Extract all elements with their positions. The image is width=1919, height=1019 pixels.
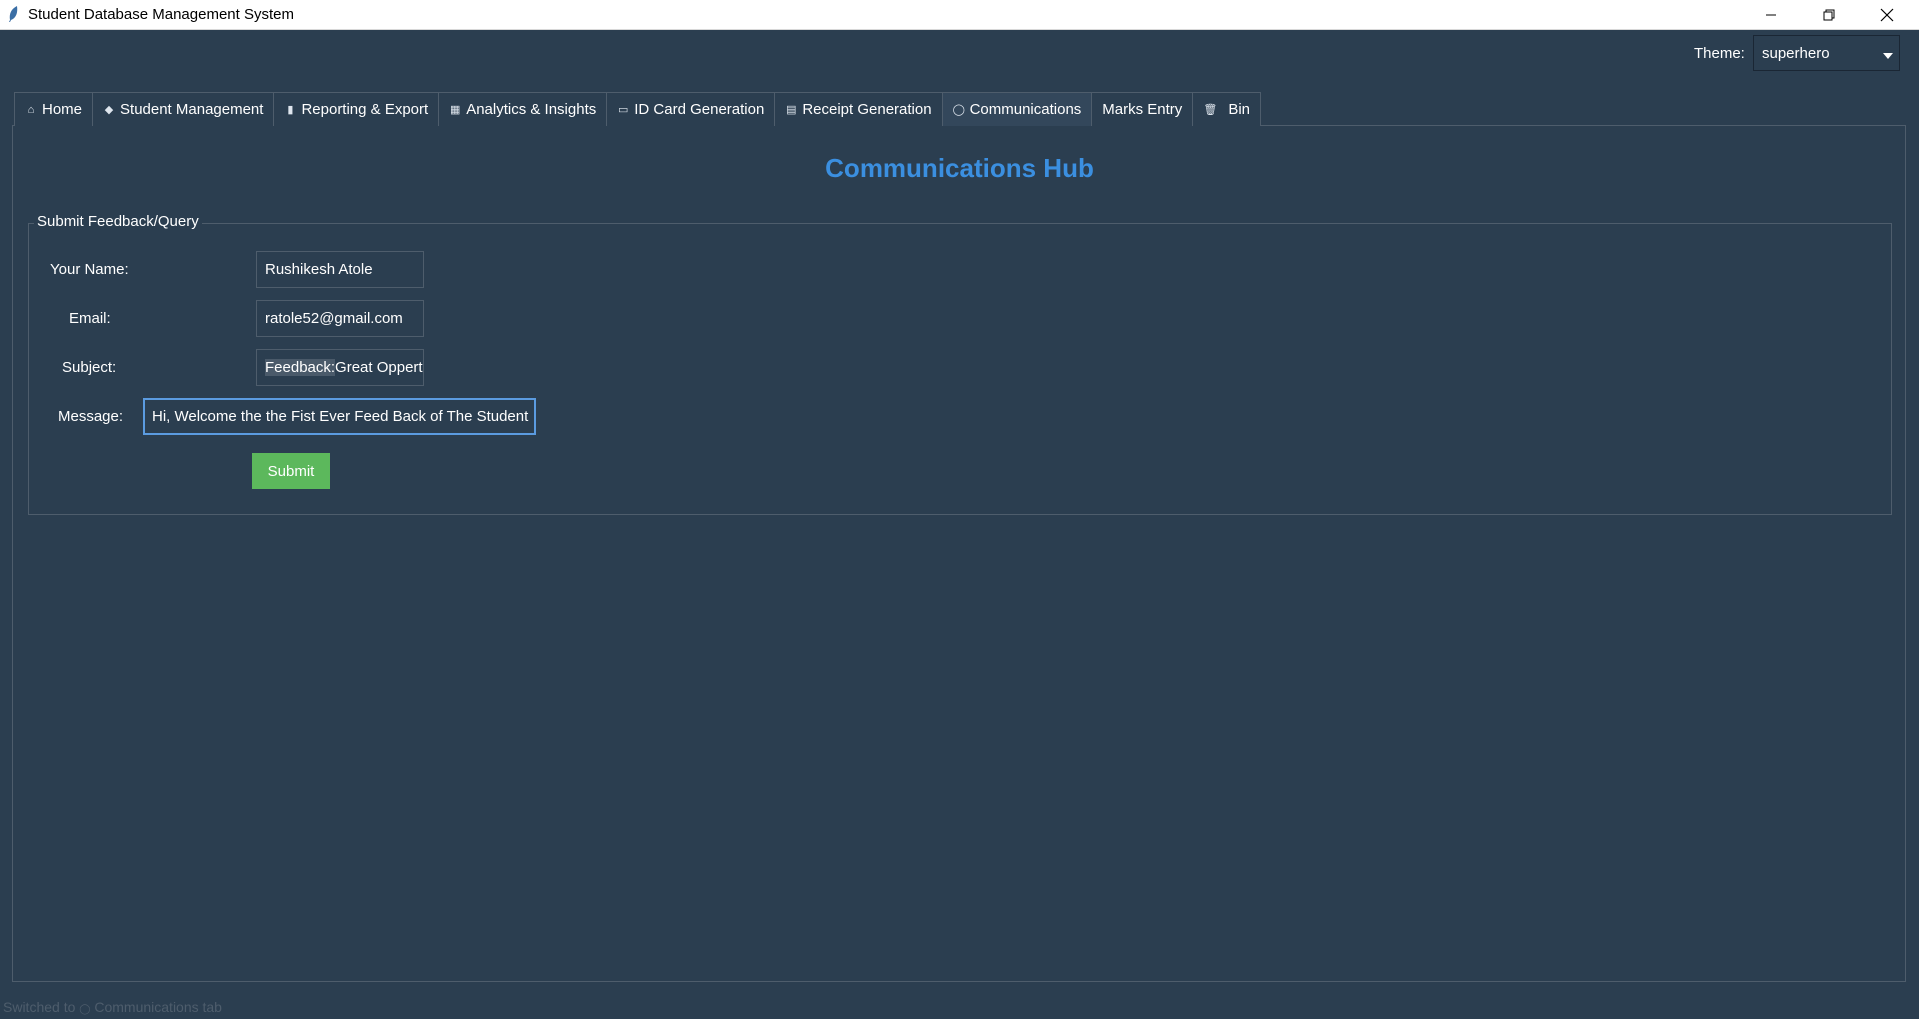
speech-bubble-icon: ◯: [79, 1004, 91, 1015]
submit-button[interactable]: Submit: [252, 453, 330, 489]
status-suffix: Communications tab: [94, 999, 222, 1015]
theme-label: Theme:: [1694, 45, 1745, 62]
page-title: Communications Hub: [825, 153, 1094, 183]
tab-marks-entry[interactable]: Marks Entry: [1091, 92, 1194, 126]
feather-icon: [9, 6, 18, 22]
name-label: Your Name:: [50, 261, 129, 278]
status-bar: Switched to ◯ Communications tab: [3, 999, 222, 1015]
tab-label: Bin: [1228, 101, 1250, 118]
home-icon: ⌂: [27, 103, 35, 116]
minimize-icon: [1766, 14, 1776, 15]
email-value: ratole52@gmail.com: [265, 310, 403, 327]
tab-label: Receipt Generation: [802, 101, 932, 118]
tab-label: Analytics & Insights: [466, 101, 597, 118]
receipt-icon: ▤: [786, 104, 797, 116]
subject-selected-text: Feedback:: [265, 359, 336, 376]
tab-reporting-export[interactable]: ▮ Reporting & Export: [273, 92, 440, 126]
restore-icon: [1823, 9, 1835, 20]
theme-selected-value: superhero: [1762, 45, 1830, 62]
tab-bar: ⌂ Home ◆ Student Management ▮ Reporting …: [14, 92, 1261, 126]
status-prefix: Switched to: [3, 999, 76, 1015]
graduation-cap-icon: ◆: [104, 104, 114, 116]
message-value: Hi, Welcome the the Fist Ever Feed Back …: [152, 408, 533, 425]
tab-label: Communications: [969, 101, 1082, 118]
chart-icon: ▮: [287, 104, 294, 116]
group-title: Submit Feedback/Query: [34, 213, 202, 230]
trash-icon: 🗑: [1203, 104, 1218, 116]
email-label: Email:: [69, 310, 111, 327]
restore-button[interactable]: [1800, 0, 1858, 29]
minimize-button[interactable]: [1742, 0, 1800, 29]
speech-bubble-icon: ◯: [952, 104, 965, 116]
name-field[interactable]: Rushikesh Atole: [256, 251, 424, 288]
analytics-icon: ▦: [449, 104, 461, 116]
tab-label: Reporting & Export: [301, 101, 429, 118]
tab-home[interactable]: ⌂ Home: [14, 92, 94, 126]
tab-analytics-insights[interactable]: ▦ Analytics & Insights: [438, 92, 608, 126]
close-icon: [1880, 8, 1894, 21]
window-titlebar: Student Database Management System: [0, 0, 1919, 30]
tab-student-management[interactable]: ◆ Student Management: [92, 92, 275, 126]
message-field[interactable]: Hi, Welcome the the Fist Ever Feed Back …: [143, 398, 536, 435]
tab-label: Marks Entry: [1102, 101, 1183, 118]
subject-label: Subject:: [62, 359, 117, 376]
text-cursor: [534, 409, 535, 426]
tab-receipt-generation[interactable]: ▤ Receipt Generation: [774, 92, 943, 126]
tab-label: Student Management: [120, 101, 264, 118]
name-value: Rushikesh Atole: [265, 261, 373, 278]
tab-communications[interactable]: ◯ Communications: [941, 92, 1093, 126]
subject-value: Great Oppert: [335, 359, 423, 376]
message-label: Message:: [58, 408, 124, 425]
tab-label: Home: [42, 101, 83, 118]
theme-dropdown[interactable]: superhero: [1753, 35, 1900, 71]
chevron-down-icon: [1883, 53, 1893, 59]
window-title: Student Database Management System: [28, 6, 294, 23]
close-button[interactable]: [1858, 0, 1916, 29]
id-card-icon: ▭: [618, 104, 629, 116]
email-field[interactable]: ratole52@gmail.com: [256, 300, 424, 337]
subject-field[interactable]: Feedback:Great Oppert: [256, 349, 424, 386]
tab-id-card-generation[interactable]: ▭ ID Card Generation: [606, 92, 776, 126]
tab-bin[interactable]: 🗑 Bin: [1192, 92, 1261, 126]
tab-label: ID Card Generation: [634, 101, 765, 118]
